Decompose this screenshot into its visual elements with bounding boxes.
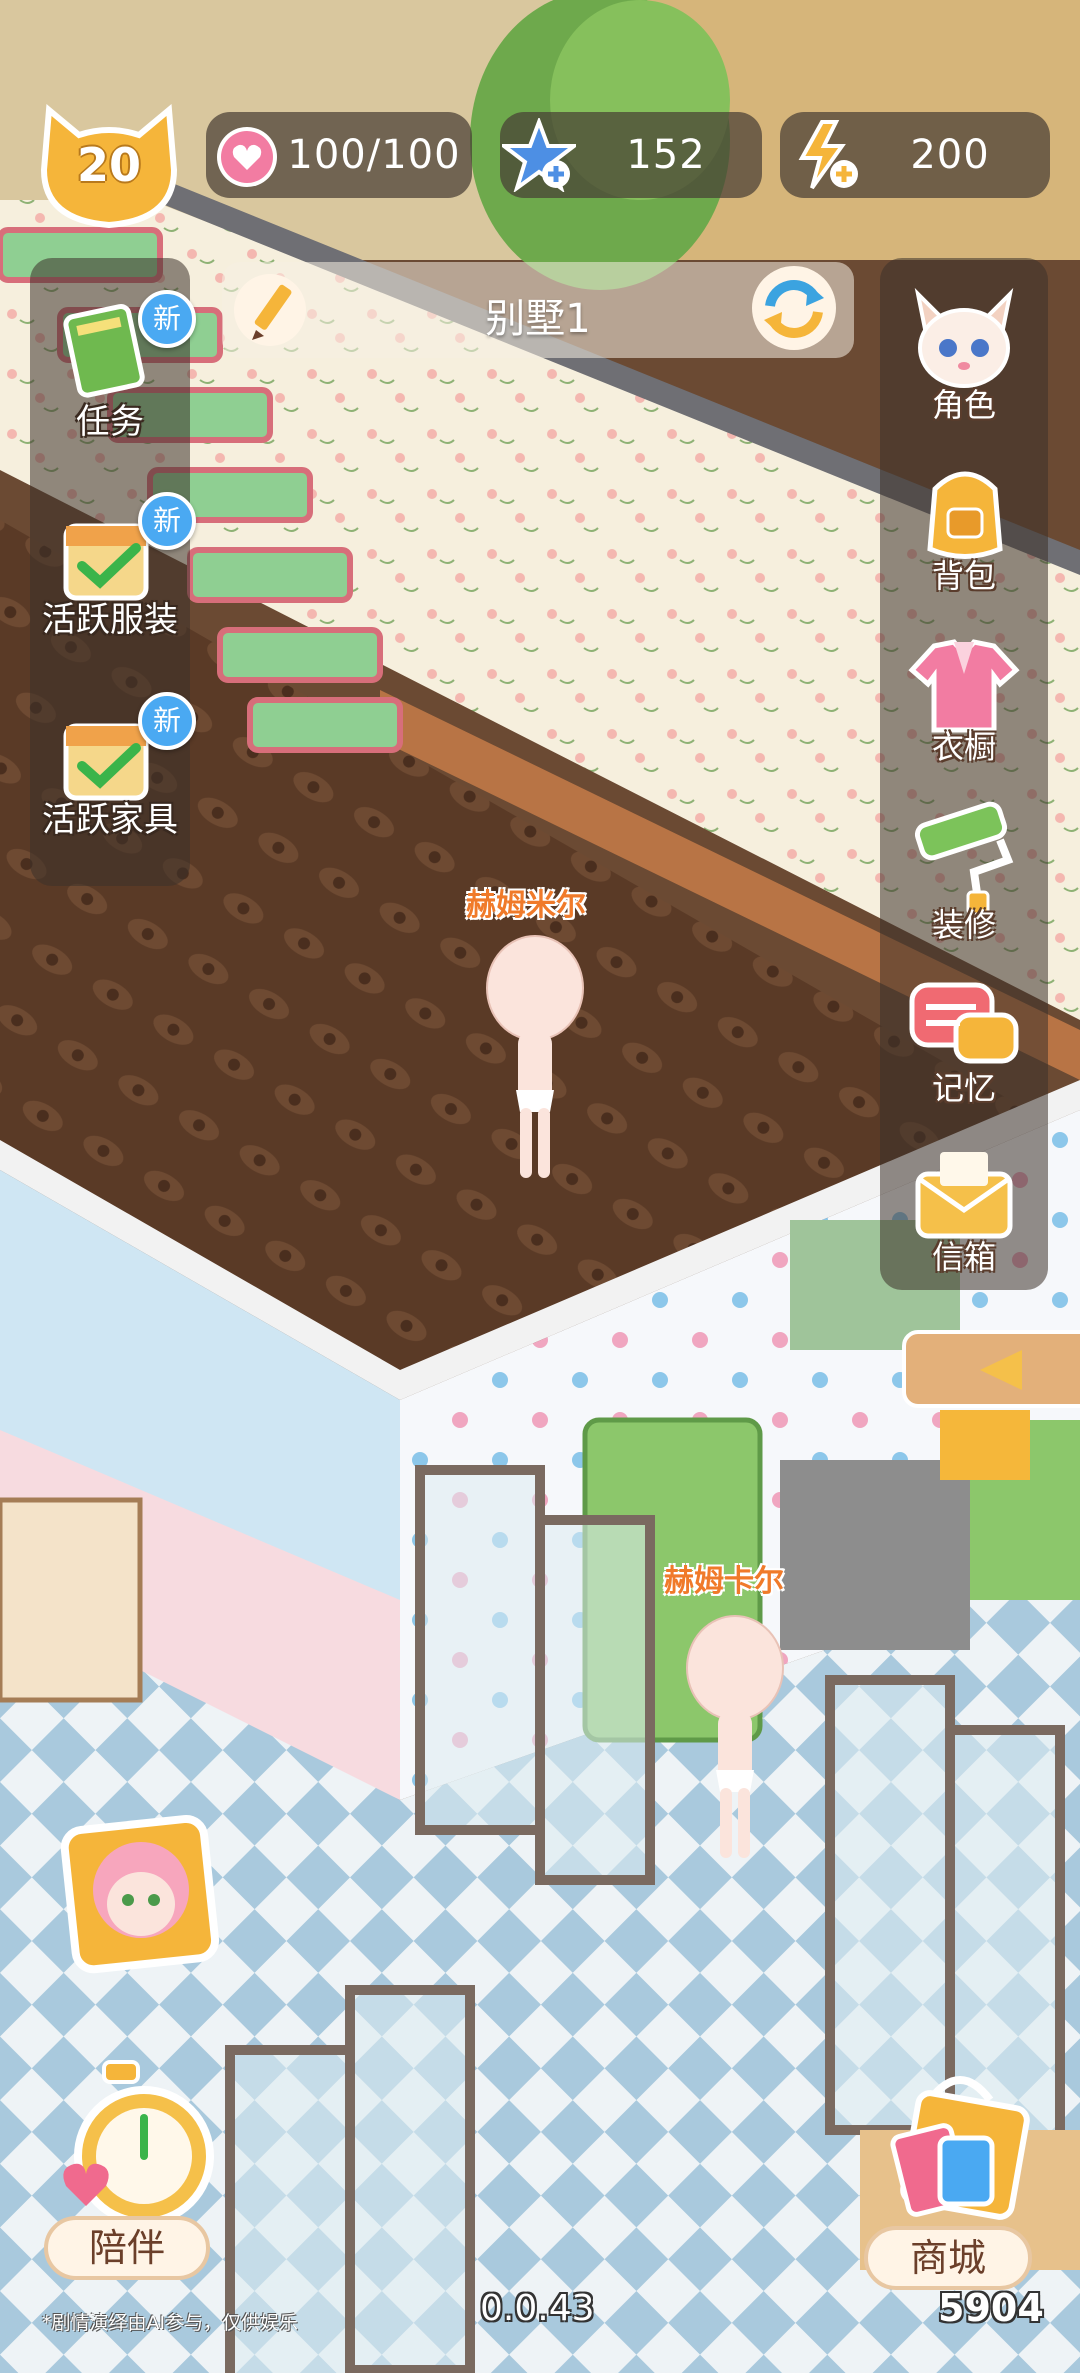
menu-label-memory: 记忆: [931, 1069, 996, 1107]
menu-item-decorate[interactable]: 装修: [880, 800, 1048, 950]
menu-label-mailbox: 信箱: [931, 1238, 996, 1276]
menu-label-active-furniture: 活跃家具: [42, 800, 178, 840]
menu-label-decorate: 装修: [931, 906, 996, 944]
menu-label-wardrobe: 衣橱: [931, 728, 996, 766]
ai-disclaimer: *剧情演绎由AI参与，仅供娱乐: [42, 2312, 299, 2334]
version-label: 0.0.43: [480, 2288, 595, 2329]
menu-label-active-outfits: 活跃服装: [42, 600, 178, 640]
menu-item-backpack[interactable]: 背包: [880, 455, 1048, 605]
menu-label-quests: 任务: [76, 402, 144, 442]
mail-envelope-icon: [915, 1152, 1013, 1239]
shop-button[interactable]: 商城: [864, 2060, 1054, 2290]
menu-item-mailbox[interactable]: 信箱: [880, 1140, 1048, 1290]
add-energy-icon[interactable]: [792, 118, 862, 192]
menu-item-memory[interactable]: 记忆: [880, 975, 1048, 1125]
character-avatar[interactable]: [680, 1610, 790, 1870]
menu-label-character: 角色: [931, 386, 996, 424]
menu-item-quests[interactable]: 新 任务: [30, 290, 196, 442]
character-name-label: 赫姆卡尔: [664, 1564, 784, 1599]
level-value: 20: [76, 138, 141, 192]
coins-counter: 5904: [938, 2286, 1044, 2330]
menu-label-backpack: 背包: [931, 557, 996, 595]
menu-item-active-furniture[interactable]: 新 活跃家具: [30, 692, 196, 842]
level-badge[interactable]: 20: [34, 100, 184, 230]
menu-item-character[interactable]: 角色: [880, 280, 1048, 430]
companion-label: 陪伴: [44, 2216, 210, 2280]
paint-roller-icon: [914, 801, 1014, 916]
arrow-left-icon: [980, 1350, 1022, 1390]
stopwatch-heart-icon: [63, 2060, 214, 2226]
energy-value: 200: [910, 132, 990, 178]
shopping-bag-icon: [890, 2076, 1030, 2220]
edit-pencil-icon[interactable]: [230, 270, 310, 350]
companion-button[interactable]: 陪伴: [44, 2056, 224, 2286]
companion-portrait[interactable]: [56, 1810, 226, 1980]
shop-label: 商城: [864, 2226, 1032, 2290]
new-badge: 新: [138, 290, 196, 348]
fox-character-icon: [914, 287, 1014, 388]
stars-value: 152: [626, 132, 706, 178]
add-star-icon[interactable]: [502, 118, 576, 192]
character-avatar[interactable]: [480, 930, 590, 1190]
heart-icon: [217, 127, 277, 187]
menu-item-active-outfits[interactable]: 新 活跃服装: [30, 492, 196, 642]
character-name-label: 赫姆米尔: [466, 888, 586, 923]
switch-room-icon[interactable]: [748, 262, 840, 354]
hearts-value: 100/100: [287, 132, 461, 178]
new-badge: 新: [138, 692, 196, 750]
menu-item-wardrobe[interactable]: 衣橱: [880, 630, 1048, 780]
collapse-menu-tab[interactable]: [902, 1330, 1080, 1408]
new-badge: 新: [138, 492, 196, 550]
